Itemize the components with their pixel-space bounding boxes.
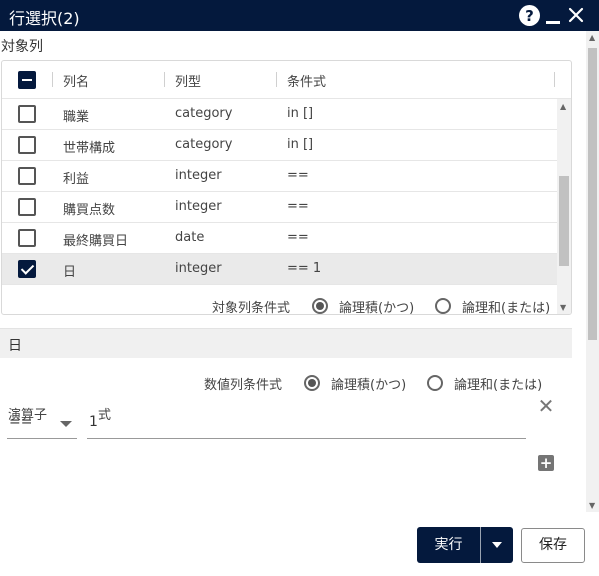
numeric-and-label[interactable]: 論理積(かつ) (331, 374, 406, 393)
column-name: 購買点数 (63, 203, 116, 218)
run-button-group: 実行 (417, 527, 513, 563)
column-condition: == (287, 230, 309, 245)
column-type: category (175, 137, 233, 152)
header-separator (276, 72, 277, 87)
expression-input[interactable]: 1 (89, 414, 98, 430)
minimize-icon[interactable] (545, 4, 561, 26)
column-condition: == (287, 168, 309, 183)
numeric-or-radio[interactable] (427, 375, 443, 391)
operator-underline (7, 438, 77, 439)
run-options-dropdown-icon[interactable] (481, 527, 513, 563)
selected-column-header: 日 (0, 328, 572, 358)
column-table: 列名 列型 条件式 職業 category in [] 世帯構成 categor… (1, 60, 572, 315)
header-column-name[interactable]: 列名 (63, 71, 89, 90)
row-checkbox[interactable] (18, 229, 36, 247)
column-name: 日 (63, 265, 77, 280)
table-scrollbar-thumb[interactable] (559, 176, 569, 266)
numeric-condition-label: 数値列条件式 (204, 378, 283, 393)
row-checkbox[interactable] (18, 167, 36, 185)
save-button[interactable]: 保存 (521, 528, 585, 563)
expression-underline (87, 438, 526, 439)
column-name: 最終購買日 (63, 234, 129, 249)
title-bar: 行選択(2) ? (0, 0, 599, 31)
column-type: integer (175, 199, 222, 214)
column-type: integer (175, 261, 222, 276)
column-type: category (175, 106, 233, 121)
target-and-radio[interactable] (312, 298, 328, 314)
window-title: 行選択(2) (9, 9, 80, 28)
scroll-down-icon[interactable]: ▼ (560, 303, 566, 312)
column-type: integer (175, 168, 222, 183)
column-name: 利益 (63, 172, 90, 187)
row-checkbox[interactable] (18, 198, 36, 216)
column-table-body: 職業 category in [] 世帯構成 category in [] 利益… (2, 99, 557, 314)
target-or-radio[interactable] (435, 298, 451, 314)
add-condition-icon[interactable]: + (538, 455, 554, 471)
operator-select[interactable]: == (9, 414, 32, 430)
column-condition: in [] (287, 137, 314, 152)
close-icon[interactable] (567, 4, 585, 26)
numeric-or-label[interactable]: 論理和(または) (454, 374, 542, 393)
header-condition[interactable]: 条件式 (287, 71, 326, 90)
table-row[interactable]: 世帯構成 category in [] (2, 130, 557, 161)
header-column-type[interactable]: 列型 (175, 71, 201, 90)
row-checkbox[interactable] (18, 136, 36, 154)
target-columns-label: 対象列 (1, 39, 43, 55)
scroll-down-icon[interactable]: ▼ (589, 501, 595, 510)
table-row[interactable]: 最終購買日 date == (2, 223, 557, 254)
header-separator (164, 72, 165, 87)
table-row[interactable]: 購買点数 integer == (2, 192, 557, 223)
expression-header: 式 (98, 408, 112, 423)
target-or-label[interactable]: 論理和(または) (462, 297, 550, 316)
dialog-footer: 実行 保存 (0, 512, 599, 576)
chevron-down-icon[interactable] (60, 421, 72, 427)
table-row[interactable]: 日 integer == 1 (2, 254, 557, 285)
column-condition: == 1 (287, 261, 322, 276)
row-checkbox[interactable] (18, 260, 36, 278)
column-type: date (175, 230, 205, 245)
selected-column-name: 日 (8, 338, 22, 354)
table-row[interactable]: 職業 category in [] (2, 99, 557, 130)
scroll-up-icon[interactable]: ▲ (560, 102, 566, 111)
main-scrollbar[interactable]: ▲ ▼ (586, 31, 599, 512)
numeric-and-radio[interactable] (304, 375, 320, 391)
remove-condition-icon[interactable]: ✕ (537, 396, 555, 416)
column-condition: in [] (287, 106, 314, 121)
column-name: 職業 (63, 110, 90, 125)
run-button[interactable]: 実行 (417, 527, 480, 563)
table-scrollbar[interactable]: ▲ ▼ (557, 99, 571, 314)
column-condition: == (287, 199, 309, 214)
table-row[interactable]: 利益 integer == (2, 161, 557, 192)
select-all-checkbox[interactable] (18, 71, 36, 89)
column-table-header: 列名 列型 条件式 (2, 61, 571, 99)
dialog-content: 対象列 列名 列型 条件式 職業 category in [] 世帯構成 cat… (0, 31, 586, 512)
scroll-up-icon[interactable]: ▲ (589, 33, 595, 42)
main-scrollbar-thumb[interactable] (588, 48, 597, 340)
target-and-label[interactable]: 論理積(かつ) (339, 297, 414, 316)
help-icon[interactable]: ? (519, 5, 540, 26)
column-name: 世帯構成 (63, 141, 116, 156)
header-separator (554, 72, 555, 87)
row-checkbox[interactable] (18, 105, 36, 123)
target-condition-label: 対象列条件式 (212, 301, 291, 316)
header-separator (52, 72, 53, 87)
